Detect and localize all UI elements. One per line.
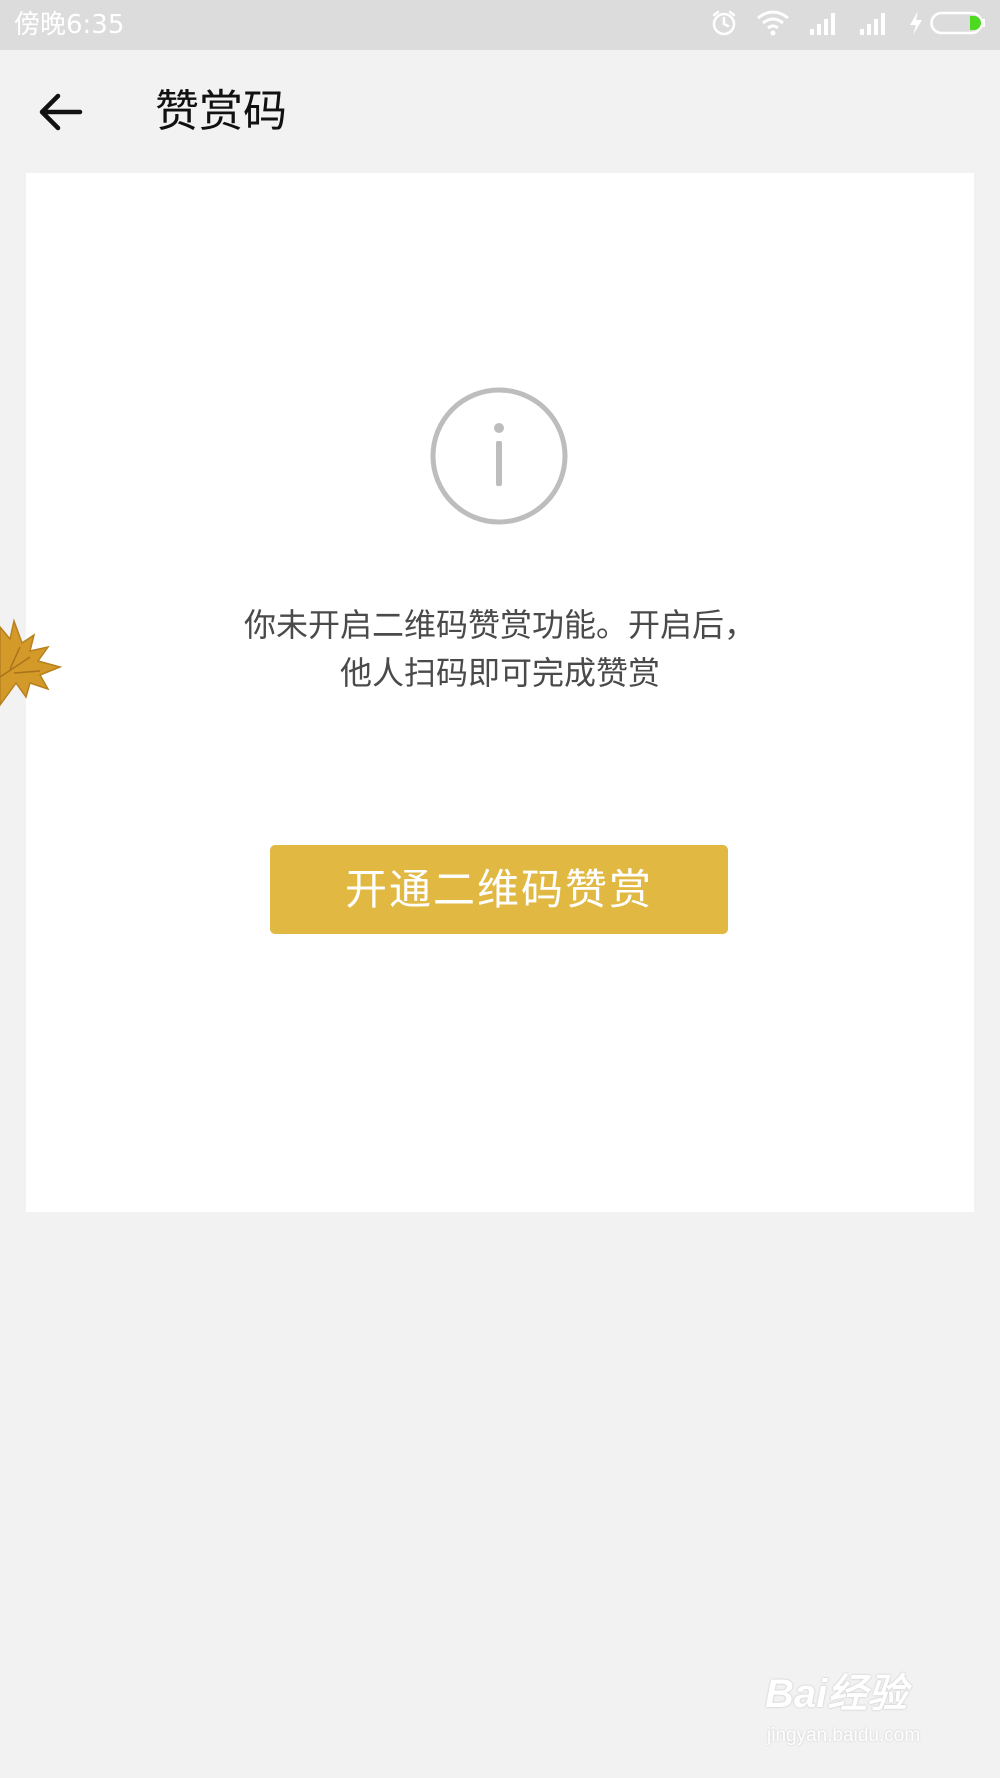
status-time: 傍晚6:35 [14, 10, 125, 40]
maple-leaf-icon [0, 618, 62, 707]
signal-icon [858, 11, 890, 39]
alarm-icon [710, 9, 738, 41]
watermark-url: jingyan.baidu.com [767, 1725, 921, 1746]
info-icon [430, 387, 568, 525]
watermark-logo: Bai经验 [765, 1672, 908, 1716]
status-icons [692, 0, 986, 50]
notice-line-1: 你未开启二维码赞赏功能。开启后， [243, 606, 756, 644]
baidu-watermark: Bai经验 jingyan.baidu.com [765, 1668, 975, 1764]
battery-icon [930, 11, 986, 39]
enable-qr-reward-button[interactable]: 开通二维码赞赏 [270, 845, 728, 934]
page-title: 赞赏码 [155, 86, 287, 137]
signal-icon [808, 11, 840, 39]
status-bar: 傍晚6:35 [0, 0, 1000, 50]
reward-code-card: 你未开启二维码赞赏功能。开启后， 他人扫码即可完成赞赏 开通二维码赞赏 [26, 173, 974, 1212]
notice-line-2: 他人扫码即可完成赞赏 [339, 654, 660, 692]
arrow-left-icon [39, 93, 83, 131]
back-button[interactable] [30, 82, 90, 142]
charging-icon [908, 10, 924, 40]
wifi-icon [756, 10, 790, 40]
notice-message: 你未开启二维码赞赏功能。开启后， 他人扫码即可完成赞赏 [100, 601, 900, 697]
